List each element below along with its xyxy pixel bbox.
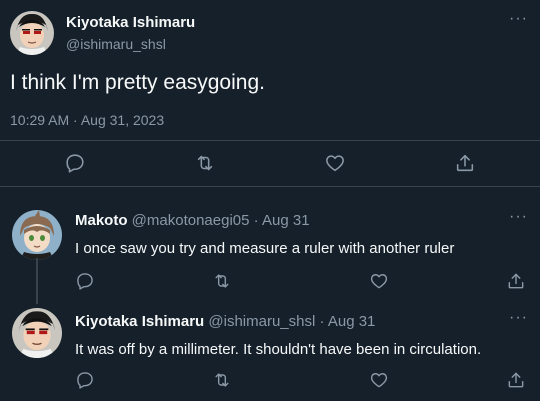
reply-display-name[interactable]: Makoto bbox=[75, 212, 128, 229]
share-icon[interactable] bbox=[506, 271, 526, 291]
retweet-icon[interactable] bbox=[212, 271, 232, 291]
reply-icon[interactable] bbox=[75, 370, 95, 390]
like-icon[interactable] bbox=[324, 152, 346, 174]
share-icon[interactable] bbox=[454, 152, 476, 174]
reply-text: It was off by a millimeter. It shouldn't… bbox=[75, 341, 482, 358]
reply-header: Kiyotaka Ishimaru @ishimaru_shsl · Aug 3… bbox=[75, 313, 375, 330]
reply-separator: · bbox=[253, 212, 259, 229]
reply-handle[interactable]: @ishimaru_shsl bbox=[208, 313, 315, 330]
reply-icon[interactable] bbox=[75, 271, 95, 291]
thread-line bbox=[36, 258, 38, 304]
reply-date[interactable]: Aug 31 bbox=[328, 313, 376, 330]
divider bbox=[0, 140, 540, 141]
reply-text: I once saw you try and measure a ruler w… bbox=[75, 240, 455, 257]
reply-date[interactable]: Aug 31 bbox=[262, 212, 310, 229]
reply-handle[interactable]: @makotonaegi05 bbox=[132, 212, 250, 229]
tweet-text: I think I'm pretty easygoing. bbox=[10, 71, 265, 94]
main-display-name[interactable]: Kiyotaka Ishimaru bbox=[66, 14, 195, 31]
avatar-kiyotaka[interactable] bbox=[10, 11, 54, 55]
reply-icon[interactable] bbox=[64, 152, 86, 174]
tweet-timestamp[interactable]: 10:29 AM · Aug 31, 2023 bbox=[10, 112, 164, 128]
more-icon[interactable]: ··· bbox=[509, 11, 528, 27]
avatar-makoto[interactable] bbox=[12, 210, 62, 260]
retweet-icon[interactable] bbox=[212, 370, 232, 390]
more-icon[interactable]: ··· bbox=[509, 310, 528, 326]
main-handle[interactable]: @ishimaru_shsl bbox=[66, 36, 166, 52]
like-icon[interactable] bbox=[369, 271, 389, 291]
reply-header: Makoto @makotonaegi05 · Aug 31 bbox=[75, 212, 310, 229]
reply-separator: · bbox=[319, 313, 325, 330]
more-icon[interactable]: ··· bbox=[509, 209, 528, 225]
retweet-icon[interactable] bbox=[194, 152, 216, 174]
like-icon[interactable] bbox=[369, 370, 389, 390]
divider bbox=[0, 186, 540, 187]
reply-display-name[interactable]: Kiyotaka Ishimaru bbox=[75, 313, 204, 330]
avatar-kiyotaka[interactable] bbox=[12, 308, 62, 358]
share-icon[interactable] bbox=[506, 370, 526, 390]
